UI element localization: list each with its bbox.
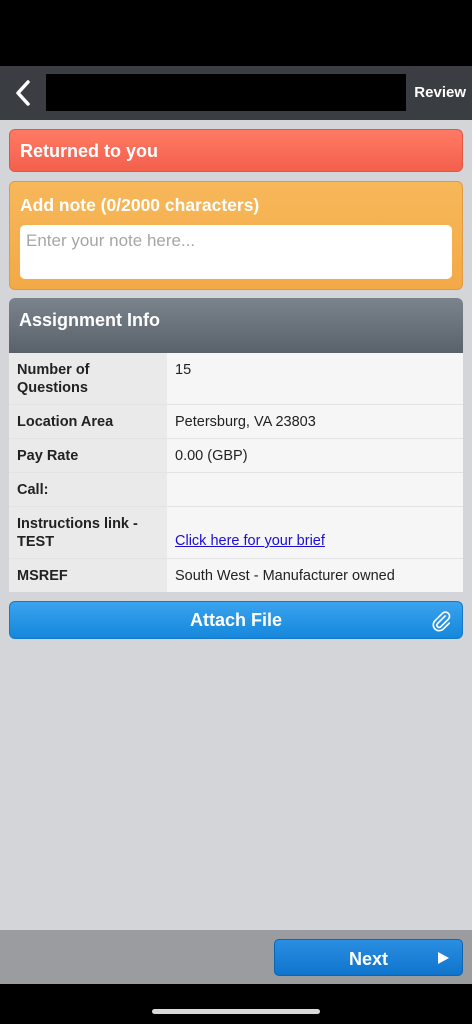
review-button[interactable]: Review (414, 74, 466, 112)
back-button[interactable] (8, 74, 38, 112)
play-arrow-icon (438, 952, 449, 964)
row-label: Number of Questions (9, 353, 167, 404)
assignment-info-table: Number of Questions 15 Location Area Pet… (9, 353, 463, 592)
row-label: Call: (9, 473, 167, 506)
returned-status-banner: Returned to you (9, 129, 463, 172)
assignment-info-section: Assignment Info Number of Questions 15 L… (9, 298, 463, 592)
page-title-redacted (46, 74, 406, 111)
main-content: Returned to you Add note (0/2000 charact… (0, 120, 472, 930)
row-label: MSREF (9, 559, 167, 592)
home-indicator[interactable] (152, 1009, 320, 1014)
row-label: Instructions link - TEST (9, 507, 167, 558)
attach-file-label: Attach File (189, 610, 282, 630)
table-row: Number of Questions 15 (9, 353, 463, 405)
row-label: Pay Rate (9, 439, 167, 472)
assignment-info-header: Assignment Info (9, 298, 463, 353)
paperclip-icon (432, 611, 451, 632)
row-value: 0.00 (GBP) (167, 439, 463, 472)
row-value: Petersburg, VA 23803 (167, 405, 463, 438)
row-value (167, 473, 463, 506)
table-row: Call: (9, 473, 463, 507)
next-label: Next (349, 949, 389, 969)
table-row: Pay Rate 0.00 (GBP) (9, 439, 463, 473)
note-title: Add note (0/2000 characters) (20, 195, 260, 215)
footer-bar: Next (0, 930, 472, 984)
table-row: Instructions link - TEST Click here for … (9, 507, 463, 559)
next-button[interactable]: Next (274, 939, 463, 976)
row-value: Click here for your brief (167, 507, 463, 558)
status-bar (0, 0, 472, 66)
chevron-left-icon (16, 80, 30, 106)
table-row: Location Area Petersburg, VA 23803 (9, 405, 463, 439)
attach-file-button[interactable]: Attach File (9, 601, 463, 639)
brief-link[interactable]: Click here for your brief (175, 532, 325, 550)
navigation-bar: Review (0, 66, 472, 120)
gesture-area (0, 984, 472, 1024)
add-note-panel: Add note (0/2000 characters) (9, 181, 463, 290)
row-value: South West - Manufacturer owned (167, 559, 463, 592)
note-input[interactable] (20, 225, 452, 279)
table-row: MSREF South West - Manufacturer owned (9, 559, 463, 592)
row-label: Location Area (9, 405, 167, 438)
row-value: 15 (167, 353, 463, 404)
